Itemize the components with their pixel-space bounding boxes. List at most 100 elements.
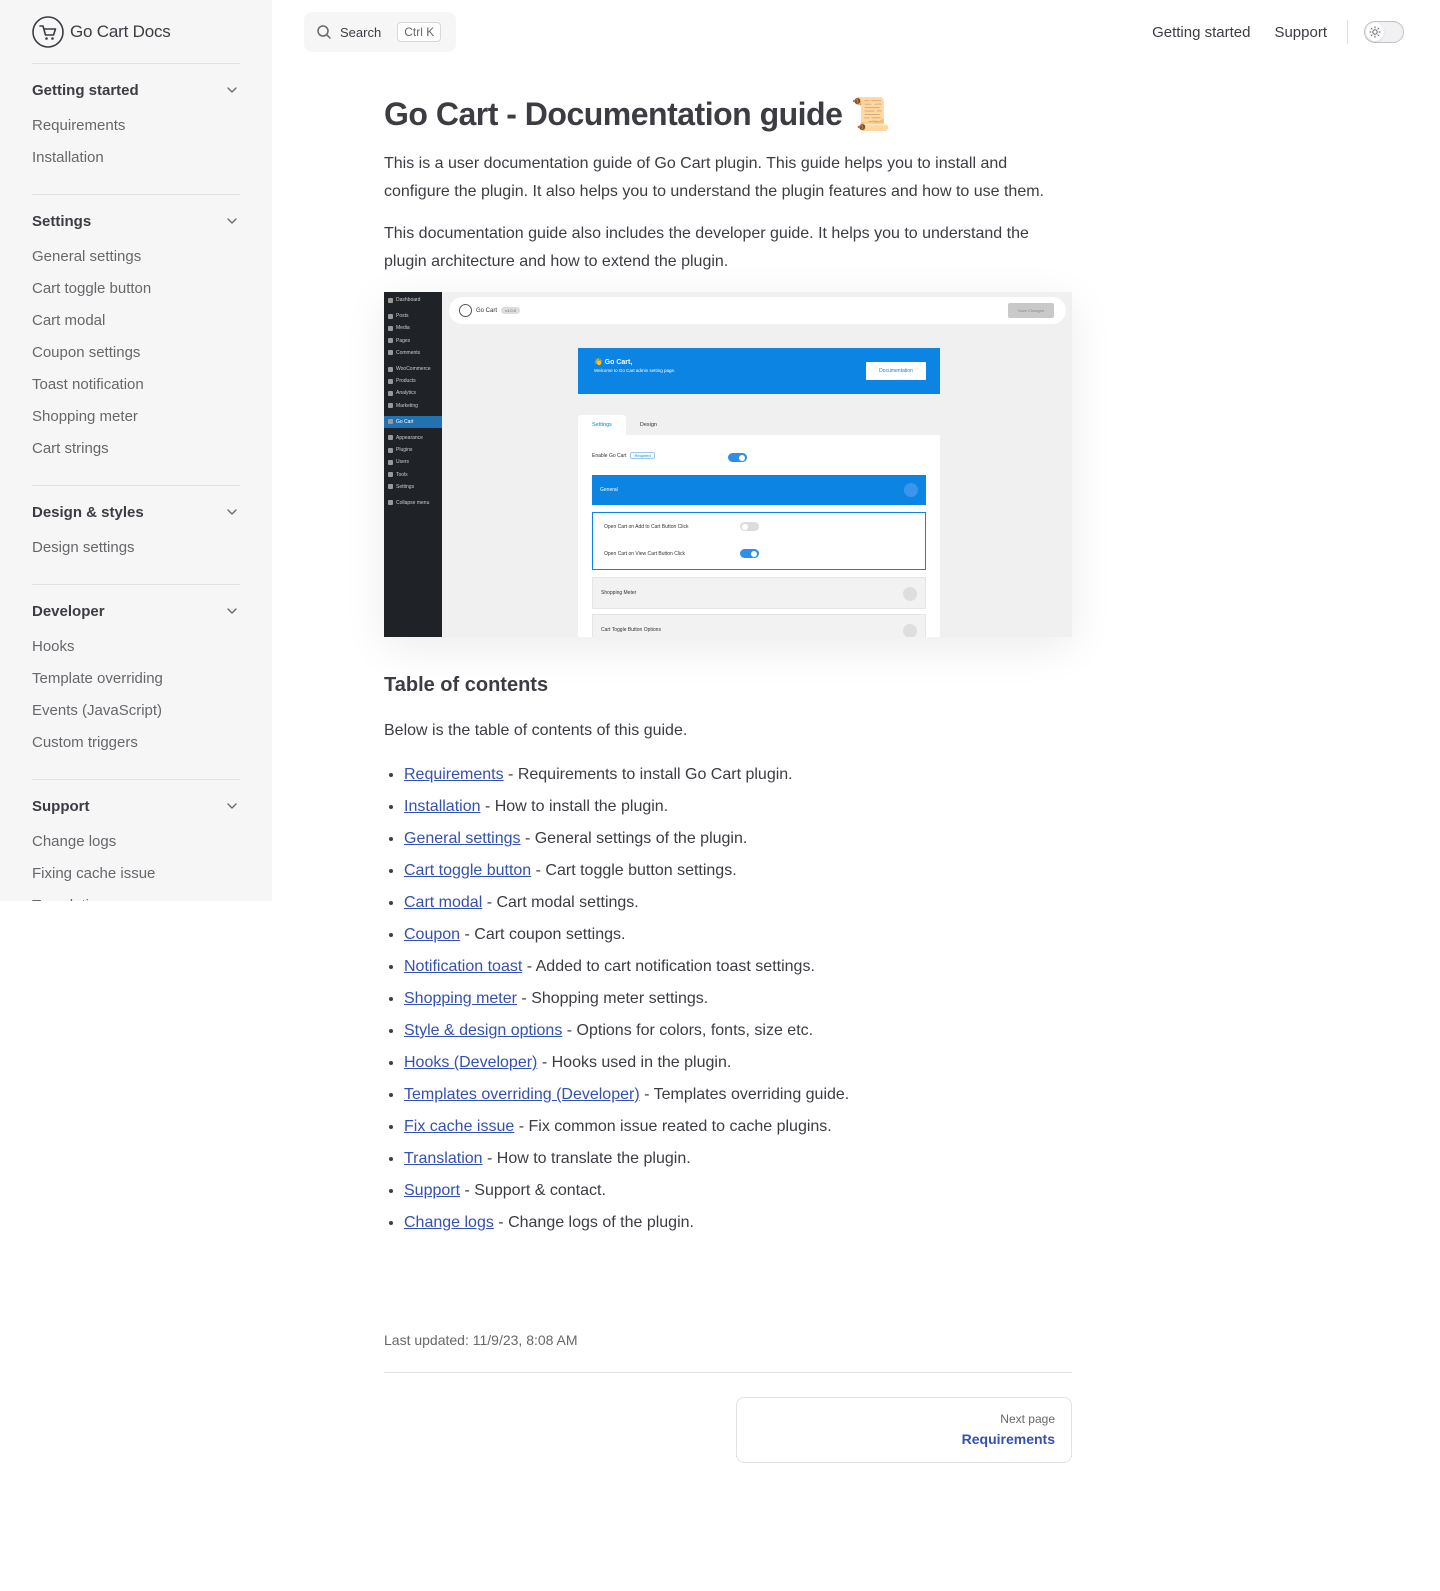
toc-item: Fix cache issue - Fix common issue reate… [404, 1111, 1072, 1143]
toc-item: General settings - General settings of t… [404, 823, 1072, 855]
intro-paragraph-2: This documentation guide also includes t… [384, 225, 1029, 270]
toc-item: Cart modal - Cart modal settings. [404, 887, 1072, 919]
last-updated: Last updated: 11/9/23, 8:08 AM [384, 1332, 578, 1348]
sidebar-item[interactable]: Translation [32, 890, 240, 901]
site-logo[interactable]: Go Cart Docs [32, 16, 171, 48]
sidebar-group-title: Developer [32, 602, 105, 620]
intro-paragraph: This is a user documentation guide of Go… [384, 155, 1044, 200]
wp-menu-item: WooCommerce [384, 363, 442, 375]
topnav-support[interactable]: Support [1274, 24, 1327, 41]
sidebar-group-header[interactable]: Design & styles [32, 500, 240, 524]
divider [1347, 20, 1348, 44]
sidebar-item[interactable]: Requirements [32, 110, 240, 142]
toc-item: Style & design options - Options for col… [404, 1015, 1072, 1047]
chevron-down-icon[interactable] [224, 213, 240, 229]
sidebar-item[interactable]: Coupon settings [32, 337, 240, 369]
toc-link[interactable]: Requirements [404, 766, 504, 783]
topnav-getting-started[interactable]: Getting started [1152, 24, 1250, 41]
toc-link[interactable]: Notification toast [404, 958, 522, 975]
sidebar-item[interactable]: Change logs [32, 826, 240, 858]
toc-description: - Cart toggle button settings. [531, 862, 737, 879]
toc-link[interactable]: General settings [404, 830, 521, 847]
sidebar-group-header[interactable]: Developer [32, 599, 240, 623]
wp-menu-item: Appearance [384, 432, 442, 444]
sidebar-group-header[interactable]: Settings [32, 209, 240, 233]
toc-description: - Hooks used in the plugin. [537, 1054, 732, 1071]
wp-topbar: Go Cart v1.0.0 Save Changes [449, 297, 1066, 324]
page-title: Go Cart - Documentation guide 📜 [384, 96, 891, 132]
divider [384, 1372, 1072, 1373]
wp-menu-item: Products [384, 375, 442, 387]
sidebar-group: Getting started Requirements Installation [32, 63, 240, 194]
search-shortcut: Ctrl K [397, 22, 442, 42]
toc-link[interactable]: Style & design options [404, 1022, 562, 1039]
sidebar-item[interactable]: Hooks [32, 631, 240, 663]
toc-link[interactable]: Installation [404, 798, 481, 815]
sidebar-item[interactable]: Shopping meter [32, 401, 240, 433]
sidebar-item[interactable]: Cart strings [32, 433, 240, 465]
toc-description: - Added to cart notification toast setti… [522, 958, 815, 975]
wp-general-accordion: General [592, 475, 926, 505]
toc-link[interactable]: Translation [404, 1150, 483, 1167]
next-page-button[interactable]: Next page Requirements [736, 1397, 1072, 1463]
wp-shopping-meter-accordion: Shopping Meter [592, 577, 926, 609]
chevron-down-icon[interactable] [224, 798, 240, 814]
top-nav: Getting started Support [1128, 20, 1404, 44]
wp-option-2: Open Cart on View Cart Button Click [604, 551, 686, 557]
toc-item: Shopping meter - Shopping meter settings… [404, 983, 1072, 1015]
wp-documentation-button: Documentation [866, 362, 926, 380]
chevron-down-icon[interactable] [224, 504, 240, 520]
sidebar-group-title: Settings [32, 212, 92, 230]
toc-description: - Support & contact. [460, 1182, 606, 1199]
toc-description: - Options for colors, fonts, size etc. [562, 1022, 814, 1039]
wp-banner: 👋 Go Cart, Welcome to Go Cart admin sett… [578, 348, 940, 394]
sidebar-group: Developer Hooks Template overriding Events … [32, 584, 240, 779]
sidebar-group-header[interactable]: Getting started [32, 78, 240, 102]
toc-link[interactable]: Cart modal [404, 894, 482, 911]
toc-link[interactable]: Coupon [404, 926, 460, 943]
chevron-down-icon[interactable] [224, 82, 240, 98]
main-content: Go Cart - Documentation guide 📜 This is … [384, 92, 1072, 1239]
sun-icon [1369, 26, 1381, 38]
wp-menu-item: Go Cart [384, 415, 442, 428]
toc-description: - Change logs of the plugin. [493, 1214, 694, 1231]
toc-link[interactable]: Cart toggle button [404, 862, 531, 879]
sidebar-item[interactable]: General settings [32, 241, 240, 273]
wp-option-2-switch [740, 549, 759, 558]
sidebar-item[interactable]: Cart toggle button [32, 273, 240, 305]
wp-menu-item: Settings [384, 481, 442, 493]
toc-description: - Templates overriding guide. [639, 1086, 850, 1103]
chevron-down-icon[interactable] [224, 603, 240, 619]
toc-link[interactable]: Fix cache issue [404, 1118, 514, 1135]
sidebar-item[interactable]: Installation [32, 142, 240, 174]
toc-link[interactable]: Shopping meter [404, 990, 517, 1007]
wp-menu-item: Users [384, 456, 442, 468]
toc-item: Coupon - Cart coupon settings. [404, 919, 1072, 951]
sidebar-item[interactable]: Toast notification [32, 369, 240, 401]
search-button[interactable]: Search Ctrl K [304, 12, 456, 52]
sidebar-item[interactable]: Design settings [32, 532, 240, 564]
sidebar-item[interactable]: Template overriding [32, 663, 240, 695]
theme-toggle[interactable] [1364, 21, 1404, 43]
sidebar-group-header[interactable]: Support [32, 794, 240, 818]
toc-link[interactable]: Hooks (Developer) [404, 1054, 537, 1071]
sidebar-item[interactable]: Events (JavaScript) [32, 695, 240, 727]
sidebar-item[interactable]: Cart modal [32, 305, 240, 337]
sidebar-group: Support Change logsFixing cache issueTran… [32, 779, 240, 901]
sidebar: Go Cart Docs Getting started Requirements… [0, 0, 272, 901]
sidebar-item[interactable]: Custom triggers [32, 727, 240, 759]
sidebar-item[interactable]: Fixing cache issue [32, 858, 240, 890]
wp-settings-panel: Enable Go Cart Required General Open Cart… [578, 435, 940, 637]
wp-menu-item: Dashboard [384, 294, 442, 306]
wp-tab-design: Design [639, 422, 657, 428]
toc-link[interactable]: Support [404, 1182, 460, 1199]
next-page-title: Requirements [961, 1431, 1055, 1447]
toc-item: Support - Support & contact. [404, 1175, 1072, 1207]
wp-menu-item: Analytics [384, 387, 442, 399]
cart-logo-icon [32, 16, 64, 48]
wp-option-1: Open Cart on Add to Cart Button Click [604, 524, 689, 530]
wp-option-1-switch [740, 522, 759, 531]
toc-link[interactable]: Change logs [404, 1214, 494, 1231]
toc-item: Hooks (Developer) - Hooks used in the pl… [404, 1047, 1072, 1079]
toc-link[interactable]: Templates overriding (Developer) [404, 1086, 640, 1103]
